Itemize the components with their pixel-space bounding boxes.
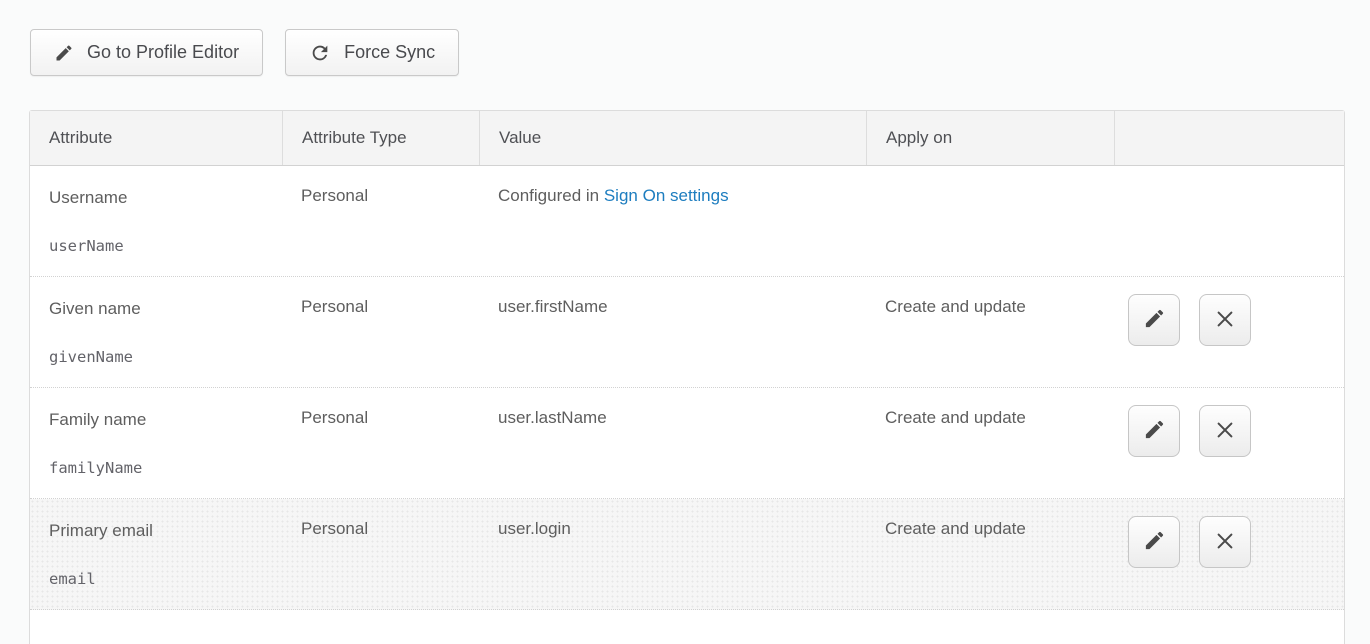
attribute-mappings-table: Attribute Attribute Type Value Apply on … [29, 110, 1345, 644]
actions-cell [1114, 277, 1344, 387]
partial-row [30, 610, 1344, 644]
x-icon [1214, 530, 1236, 555]
toolbar: Go to Profile Editor Force Sync [0, 0, 1370, 76]
delete-attribute-button[interactable] [1199, 405, 1251, 457]
apply-on-cell: Create and update [866, 277, 1114, 387]
value-text: user.lastName [498, 408, 607, 427]
attribute-type-cell: Personal [282, 277, 479, 387]
attribute-type-cell: Personal [282, 388, 479, 498]
pencil-icon [54, 43, 74, 63]
actions-cell [1114, 166, 1344, 276]
attribute-variable-name: familyName [49, 458, 268, 478]
table-header: Attribute Attribute Type Value Apply on [30, 111, 1344, 166]
force-sync-button[interactable]: Force Sync [285, 29, 459, 76]
table-body: Username userName Personal Configured in… [30, 166, 1344, 610]
attribute-label: Username [49, 186, 268, 210]
column-header-attribute: Attribute [30, 111, 282, 165]
attribute-type-cell: Personal [282, 166, 479, 276]
attribute-label: Family name [49, 408, 268, 432]
pencil-icon [1143, 529, 1166, 555]
apply-on-cell: Create and update [866, 499, 1114, 609]
delete-attribute-button[interactable] [1199, 516, 1251, 568]
value-text: Configured in [498, 186, 604, 205]
pencil-icon [1143, 418, 1166, 444]
edit-attribute-button[interactable] [1128, 516, 1180, 568]
actions-cell [1114, 499, 1344, 609]
x-icon [1214, 308, 1236, 333]
attribute-variable-name: userName [49, 236, 268, 256]
go-to-profile-editor-label: Go to Profile Editor [87, 42, 239, 63]
pencil-icon [1143, 307, 1166, 333]
value-cell: Configured in Sign On settings [479, 166, 866, 276]
attribute-cell: Family name familyName [30, 388, 282, 498]
attribute-cell: Given name givenName [30, 277, 282, 387]
value-cell: user.login [479, 499, 866, 609]
attribute-type-cell: Personal [282, 499, 479, 609]
value-text: user.firstName [498, 297, 608, 316]
edit-attribute-button[interactable] [1128, 294, 1180, 346]
column-header-actions [1114, 111, 1344, 165]
force-sync-label: Force Sync [344, 42, 435, 63]
value-text: user.login [498, 519, 571, 538]
attribute-variable-name: givenName [49, 347, 268, 367]
table-row: Username userName Personal Configured in… [30, 166, 1344, 277]
value-cell: user.lastName [479, 388, 866, 498]
attribute-cell: Username userName [30, 166, 282, 276]
column-header-attribute-type: Attribute Type [282, 111, 479, 165]
edit-attribute-button[interactable] [1128, 405, 1180, 457]
attribute-cell: Primary email email [30, 499, 282, 609]
table-row: Given name givenName Personal user.first… [30, 277, 1344, 388]
x-icon [1214, 419, 1236, 444]
delete-attribute-button[interactable] [1199, 294, 1251, 346]
apply-on-cell: Create and update [866, 388, 1114, 498]
attribute-label: Given name [49, 297, 268, 321]
go-to-profile-editor-button[interactable]: Go to Profile Editor [30, 29, 263, 76]
apply-on-cell [866, 166, 1114, 276]
actions-cell [1114, 388, 1344, 498]
refresh-icon [309, 42, 331, 64]
column-header-value: Value [479, 111, 866, 165]
table-row: Primary email email Personal user.login … [30, 499, 1344, 610]
value-cell: user.firstName [479, 277, 866, 387]
attribute-label: Primary email [49, 519, 268, 543]
attribute-variable-name: email [49, 569, 268, 589]
column-header-apply-on: Apply on [866, 111, 1114, 165]
sign-on-settings-link[interactable]: Sign On settings [604, 186, 729, 205]
table-row: Family name familyName Personal user.las… [30, 388, 1344, 499]
